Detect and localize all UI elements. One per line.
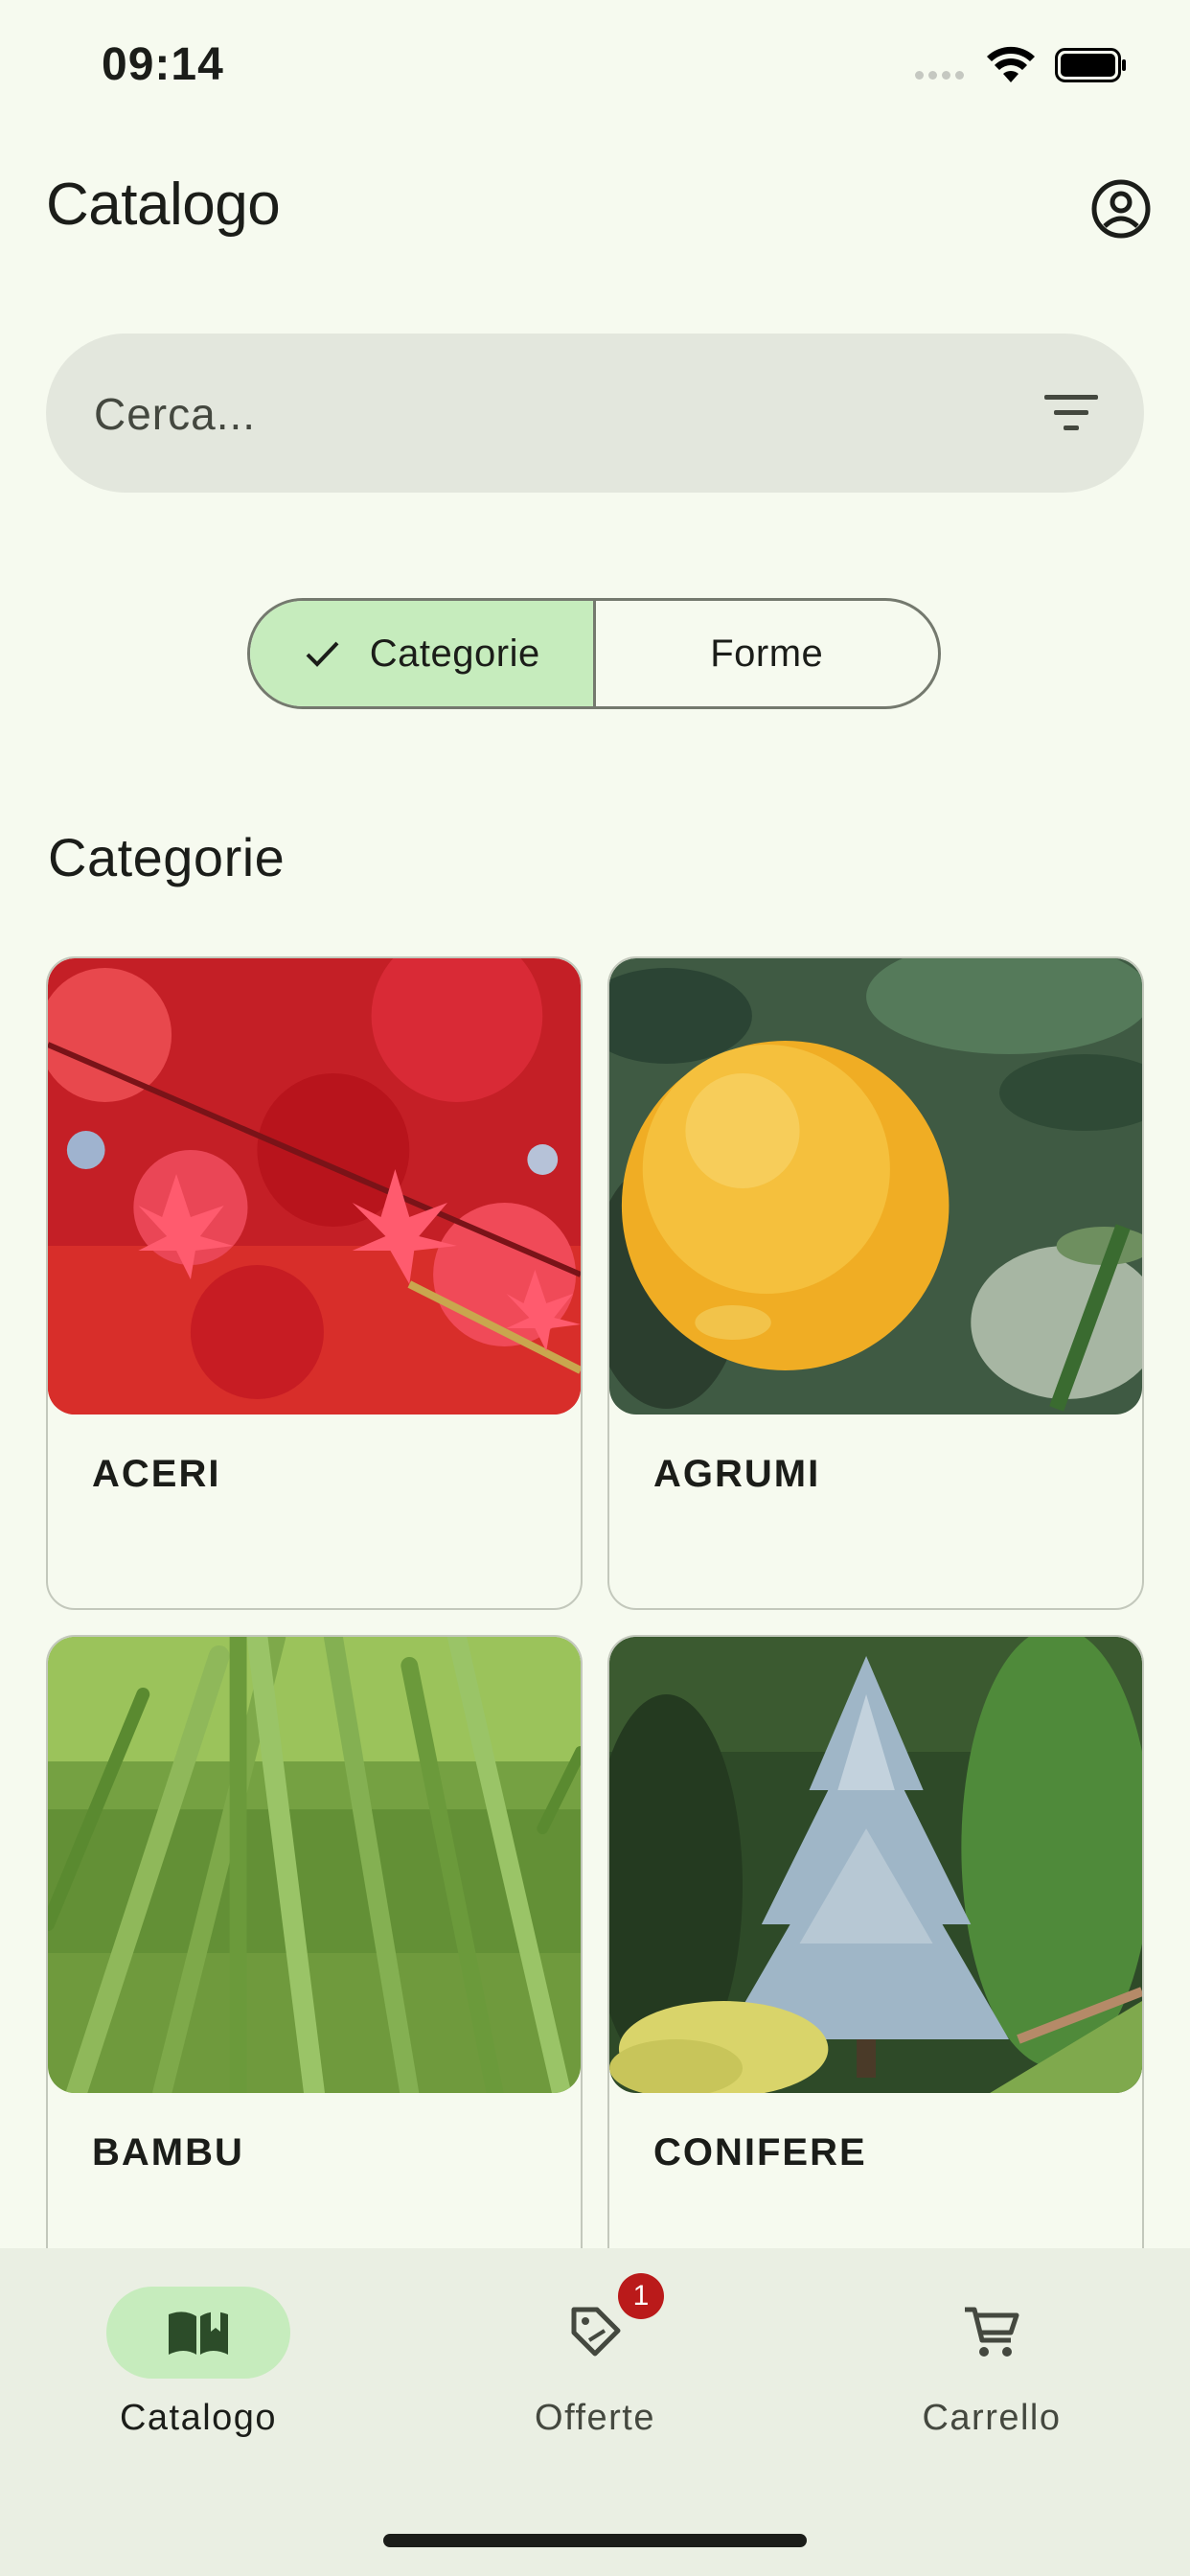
nav-label: Carrello [922,2398,1062,2438]
nav-item-carrello[interactable]: Carrello [848,2287,1135,2439]
segment-label: Forme [710,632,824,675]
segmented-control: Categorie Forme [247,598,941,709]
shopping-cart-icon [965,2307,1019,2357]
filter-list-icon[interactable] [1042,391,1100,435]
section-title: Categorie [48,827,286,887]
page-title: Catalogo [46,172,281,238]
nav-indicator [900,2287,1084,2379]
battery-icon [1055,48,1126,82]
bottom-navigation: Catalogo 1 Offerte Carrello [0,2248,1190,2576]
cellular-signal-icon [915,71,964,80]
nav-label: Offerte [535,2398,655,2438]
check-icon [306,641,339,667]
category-card-agrumi[interactable]: AGRUMI [607,956,1144,1610]
book-open-icon [169,2311,228,2355]
category-label: ACERI [92,1453,221,1495]
search-input[interactable] [92,381,958,447]
category-image-conifer [609,1637,1142,2093]
category-label: BAMBU [92,2131,244,2174]
nav-indicator [106,2287,290,2379]
nav-item-catalogo[interactable]: Catalogo [55,2287,342,2439]
nav-item-offerte[interactable]: 1 Offerte [451,2273,739,2439]
segment-forme[interactable]: Forme [596,601,939,706]
category-image-maple [48,958,581,1414]
category-image-bamboo [48,1637,581,2093]
notification-badge: 1 [618,2273,664,2319]
category-label: CONIFERE [653,2131,867,2174]
wifi-icon [987,46,1035,82]
category-label: AGRUMI [653,1453,821,1495]
category-card-bambu[interactable]: BAMBU [46,1635,583,2288]
discount-tag-icon [571,2307,621,2357]
search-bar [46,334,1144,493]
category-image-orange [609,958,1142,1414]
category-card-aceri[interactable]: ACERI [46,956,583,1610]
category-card-conifere[interactable]: CONIFERE [607,1635,1144,2288]
segment-categorie[interactable]: Categorie [250,601,596,706]
account-circle-icon[interactable] [1090,178,1152,240]
home-indicator[interactable] [383,2534,807,2547]
nav-indicator: 1 [503,2273,687,2379]
segment-label: Categorie [369,632,540,675]
nav-label: Catalogo [119,2398,278,2438]
status-time: 09:14 [102,39,224,90]
